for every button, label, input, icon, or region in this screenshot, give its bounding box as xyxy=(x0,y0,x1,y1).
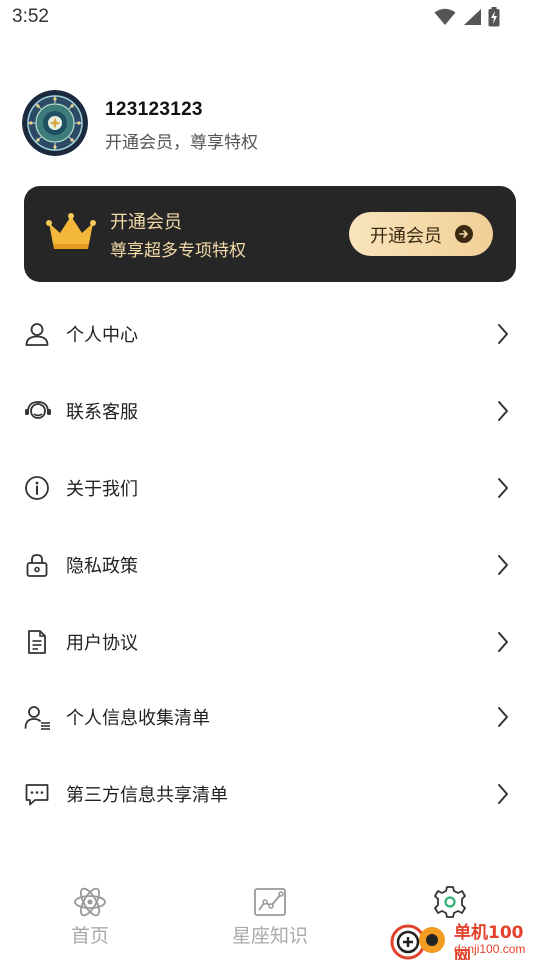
tab-home[interactable]: 首页 xyxy=(0,876,180,960)
watermark: 单机100网 danji100.com xyxy=(388,918,540,960)
chevron-right-icon xyxy=(496,400,510,422)
tab-label: 首页 xyxy=(70,925,109,947)
open-vip-button[interactable]: 开通会员 xyxy=(349,212,493,256)
tab-horoscope-knowledge[interactable]: 星座知识 xyxy=(180,876,360,960)
menu-label: 隐私政策 xyxy=(66,556,138,577)
arrow-right-icon xyxy=(455,225,473,243)
chevron-right-icon xyxy=(496,477,510,499)
document-icon xyxy=(24,629,50,655)
menu-item-privacy-policy[interactable]: 隐私政策 xyxy=(24,536,516,592)
menu-item-user-agreement[interactable]: 用户协议 xyxy=(24,613,516,669)
watermark-logo-icon xyxy=(388,920,452,960)
atom-icon xyxy=(72,884,108,920)
user-icon xyxy=(24,321,50,347)
menu-label: 个人中心 xyxy=(66,325,138,346)
user-subtitle: 开通会员，尊享特权 xyxy=(105,133,258,153)
battery-charging-icon xyxy=(488,7,500,27)
chevron-right-icon xyxy=(496,554,510,576)
chevron-right-icon xyxy=(496,783,510,805)
tab-label: 星座知识 xyxy=(231,925,308,947)
vip-description: 尊享超多专项特权 xyxy=(110,241,246,261)
menu-label: 个人信息收集清单 xyxy=(66,708,210,729)
vip-card[interactable]: 开通会员 尊享超多专项特权 开通会员 xyxy=(24,186,516,282)
crown-icon xyxy=(46,213,96,255)
status-time: 3:52 xyxy=(12,6,49,27)
menu-label: 联系客服 xyxy=(66,402,138,423)
wifi-icon xyxy=(434,8,456,26)
status-icons xyxy=(434,7,500,27)
menu-item-customer-service[interactable]: 联系客服 xyxy=(24,382,516,438)
headset-icon xyxy=(24,398,51,424)
open-vip-button-label: 开通会员 xyxy=(370,226,442,246)
watermark-url: danji100.com xyxy=(454,942,526,956)
status-bar: 3:52 xyxy=(0,0,540,36)
chart-icon xyxy=(252,884,288,920)
vip-title: 开通会员 xyxy=(110,212,182,233)
avatar[interactable] xyxy=(22,90,88,156)
zodiac-wheel-icon xyxy=(22,90,88,156)
chevron-right-icon xyxy=(496,706,510,728)
menu-item-third-party-sharing-list[interactable]: 第三方信息共享清单 xyxy=(24,765,516,821)
user-list-icon xyxy=(24,704,50,730)
menu-label: 关于我们 xyxy=(66,479,138,500)
info-icon xyxy=(24,475,50,501)
signal-icon xyxy=(462,8,482,26)
profile-header[interactable]: 123123123 开通会员，尊享特权 xyxy=(22,90,522,158)
menu-item-about-us[interactable]: 关于我们 xyxy=(24,459,516,515)
lock-icon xyxy=(24,552,50,578)
menu-item-personal-center[interactable]: 个人中心 xyxy=(24,305,516,361)
chat-icon xyxy=(24,781,50,807)
menu-label: 第三方信息共享清单 xyxy=(66,785,228,806)
menu-label: 用户协议 xyxy=(66,633,138,654)
menu-item-personal-info-list[interactable]: 个人信息收集清单 xyxy=(24,688,516,744)
chevron-right-icon xyxy=(496,323,510,345)
chevron-right-icon xyxy=(496,631,510,653)
user-name: 123123123 xyxy=(105,99,203,120)
gear-icon xyxy=(432,884,468,920)
